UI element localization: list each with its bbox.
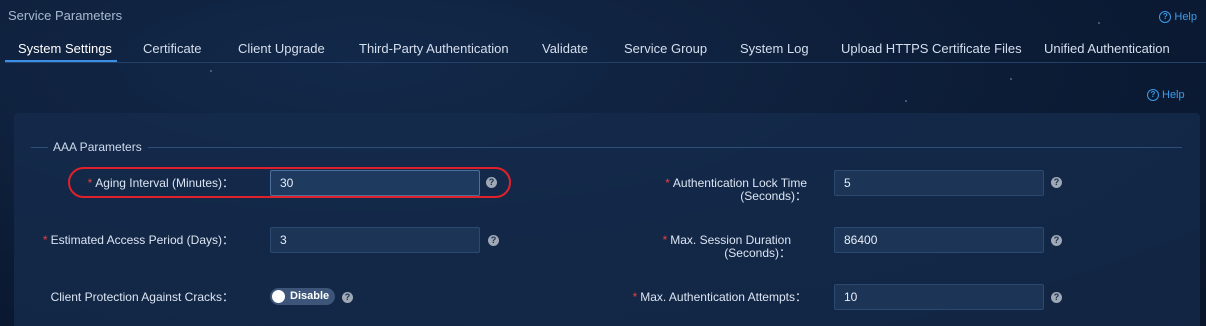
estimated-access-period-label: * Estimated Access Period (Days)： [42, 233, 234, 247]
estimated-access-period-input[interactable]: 3 [270, 227, 480, 253]
highlight-annotation [68, 167, 511, 198]
star-decoration [210, 70, 212, 72]
client-protection-label: Client Protection Against Cracks： [50, 290, 234, 304]
help-circle-icon: ? [1159, 11, 1172, 23]
client-protection-toggle[interactable]: Disable [270, 288, 335, 305]
tab-unified-authentication[interactable]: Unified Authentication [1044, 41, 1170, 56]
tab-upload-https-certificate-files[interactable]: Upload HTTPS Certificate Files [841, 41, 1022, 56]
help-label: Help [1174, 11, 1197, 23]
max-session-duration-label: * Max. Session Duration (Seconds)： [662, 233, 791, 260]
auth-lock-time-input[interactable]: 5 [834, 170, 1044, 196]
section-divider [148, 147, 1182, 148]
tab-system-log[interactable]: System Log [740, 41, 809, 56]
auth-lock-time-label: * Authentication Lock Time (Seconds)： [665, 176, 807, 203]
toggle-knob [272, 290, 285, 303]
question-mark-icon[interactable]: ? [488, 235, 499, 246]
toggle-label: Disable [290, 290, 330, 302]
tab-third-party-authentication[interactable]: Third-Party Authentication [359, 41, 509, 56]
tab-service-group[interactable]: Service Group [624, 41, 707, 56]
tab-certificate[interactable]: Certificate [143, 41, 202, 56]
help-circle-icon: ? [1147, 89, 1159, 101]
help-label: Help [1162, 89, 1185, 101]
star-decoration [905, 100, 907, 102]
question-mark-icon[interactable]: ? [1051, 235, 1062, 246]
max-session-duration-input[interactable]: 86400 [834, 227, 1044, 253]
tab-bar: System Settings Certificate Client Upgra… [5, 34, 1206, 63]
section-divider [31, 147, 48, 148]
question-mark-icon[interactable]: ? [1051, 177, 1062, 188]
star-decoration [1098, 22, 1100, 24]
tab-system-settings[interactable]: System Settings [18, 41, 112, 56]
panel-help-link[interactable]: ? Help [1147, 89, 1185, 101]
tab-client-upgrade[interactable]: Client Upgrade [238, 41, 325, 56]
section-title: AAA Parameters [53, 140, 142, 154]
max-auth-attempts-label: * Max. Authentication Attempts： [632, 290, 807, 304]
page-title: Service Parameters [8, 8, 123, 23]
max-auth-attempts-input[interactable]: 10 [834, 284, 1044, 310]
active-tab-indicator [5, 60, 117, 62]
star-decoration [1010, 78, 1012, 80]
help-link[interactable]: ? Help [1159, 11, 1197, 23]
question-mark-icon[interactable]: ? [1051, 292, 1062, 303]
tab-validate[interactable]: Validate [542, 41, 588, 56]
question-mark-icon[interactable]: ? [342, 292, 353, 303]
